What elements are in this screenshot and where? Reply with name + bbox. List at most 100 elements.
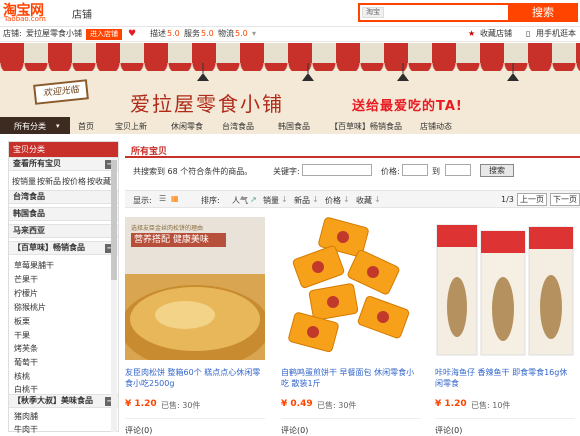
price-max-input[interactable]: [445, 164, 471, 176]
top-bar: 淘宝网 Taobao.com 店铺 淘宝 搜索: [0, 0, 580, 25]
cracker-packs-image: [288, 217, 410, 353]
sidebar-sort-price[interactable]: 按价格: [62, 176, 86, 187]
nav-taiwan-food[interactable]: 台湾食品: [222, 121, 254, 132]
sidebar-section-label: 马来西亚: [13, 226, 45, 235]
sidebar-item[interactable]: 葡萄干: [14, 357, 38, 368]
heart-icon[interactable]: ♥: [128, 27, 136, 41]
banner-title: 爱拉屋零食小铺: [130, 92, 284, 116]
chevron-down-icon[interactable]: ▾: [252, 27, 256, 41]
scrollbar-thumb[interactable]: [111, 160, 117, 280]
sidebar-item[interactable]: 草莓果脯干: [14, 260, 54, 271]
desc-score: 5.0: [167, 29, 180, 38]
sidebar-item[interactable]: 干果: [14, 330, 30, 341]
sidebar-sort-favorites[interactable]: 按收藏: [87, 176, 111, 187]
filter-search-button[interactable]: 搜索: [480, 164, 514, 177]
product-sold: 已售: 10件: [471, 401, 511, 410]
taobao-logo[interactable]: 淘宝网 Taobao.com: [3, 0, 58, 24]
pastry-image: [125, 285, 265, 360]
search-scope-selector[interactable]: 淘宝: [362, 7, 384, 18]
sidebar-item[interactable]: 柠檬片: [14, 288, 38, 299]
nav-korea-food[interactable]: 韩国食品: [278, 121, 310, 132]
arrow-down-icon: ↓: [281, 195, 288, 204]
filter-bar: 共搜索到 68 个符合条件的商品。 关键字: 价格: 到 搜索: [125, 162, 580, 178]
sidebar-section-malaysia[interactable]: 马来西亚: [9, 224, 118, 238]
sidebar-view-all-label: 查看所有宝贝: [13, 159, 61, 168]
sort-price[interactable]: 价格: [325, 195, 341, 206]
sidebar-item[interactable]: 烤芙条: [14, 343, 38, 354]
sort-sales[interactable]: 销量: [263, 195, 279, 206]
display-label: 显示:: [133, 196, 152, 205]
sidebar-title: 宝贝分类: [9, 142, 118, 157]
sidebar-section-qiuji[interactable]: 【秋季大叔】美味食品 −: [9, 394, 118, 408]
sidebar-item[interactable]: 板栗: [14, 316, 30, 327]
lamp-icon: [197, 63, 209, 81]
product-card[interactable]: 自鹤鸣蛋煎饼干 早餐面包 休闲零食小吃 散装1斤 ¥ 0.49 已售: 30件 …: [281, 217, 421, 435]
product-price: ¥ 1.20: [125, 399, 157, 409]
sidebar-item[interactable]: 牛肉干: [14, 424, 38, 435]
favorite-shop-link[interactable]: 收藏店铺: [480, 27, 512, 41]
sort-favorites[interactable]: 收藏: [356, 195, 372, 206]
image-caption: 营养搭配 健康美味: [131, 233, 226, 247]
product-image[interactable]: [435, 217, 575, 360]
sidebar-item[interactable]: 猪肉脯: [14, 411, 38, 422]
enter-shop-button[interactable]: 进入店铺: [86, 29, 122, 40]
nav-new-arrivals[interactable]: 宝贝上新: [115, 121, 147, 132]
nav-snacks[interactable]: 休闲零食: [171, 121, 203, 132]
service-score: 5.0: [201, 29, 214, 38]
shop-name-link[interactable]: 爱拉屋零食小铺: [26, 27, 82, 41]
sidebar-item[interactable]: 猕猴桃片: [14, 302, 46, 313]
product-title[interactable]: 自鹤鸣蛋煎饼干 早餐面包 休闲零食小吃 散装1斤: [281, 367, 421, 389]
product-card[interactable]: 咔咔海鱼仔 香辣鱼干 即食零食16g休闲零食 ¥ 1.20 已售: 10件 评论…: [435, 217, 575, 435]
sidebar-sort-sales[interactable]: 按销量: [12, 176, 36, 187]
shop-info-bar: 店铺: 爱拉屋零食小铺 进入店铺 ♥ 描述 5.0 服务 5.0 物流 5.0 …: [0, 26, 580, 52]
service-label: 服务: [184, 29, 200, 38]
shop-prefix: 店铺:: [3, 29, 22, 38]
keyword-input[interactable]: [302, 164, 372, 176]
product-card[interactable]: 选择友臣金丝肉松饼的理由 营养搭配 健康美味 友臣肉松饼 整箱60个 糕点点心休…: [125, 217, 265, 435]
prev-page-button[interactable]: 上一页: [517, 193, 547, 206]
product-image[interactable]: [281, 217, 421, 360]
nav-shop-news[interactable]: 店铺动态: [420, 121, 452, 132]
shop-nav: 所有分类 ▾ 首页 宝贝上新 休闲零食 台湾食品 韩国食品 【百草味】畅销食品 …: [0, 117, 580, 134]
sort-new[interactable]: 新品: [294, 195, 310, 206]
sidebar-section-label: 台湾食品: [13, 192, 45, 201]
logo-subtext: Taobao.com: [4, 15, 46, 23]
shop-label: 店铺: [72, 10, 92, 21]
product-sold: 已售: 30件: [317, 401, 357, 410]
sidebar-section-label: 韩国食品: [13, 209, 45, 218]
lamp-icon: [507, 63, 519, 81]
sidebar-sort-new[interactable]: 按新品: [37, 176, 61, 187]
product-reviews[interactable]: 评论(0): [125, 425, 152, 436]
sidebar-view-all[interactable]: 查看所有宝贝 −: [9, 157, 118, 171]
chevron-down-icon: ▾: [56, 122, 60, 130]
search-input[interactable]: [398, 6, 518, 19]
logistics-score: 5.0: [235, 29, 248, 38]
sidebar-section-korea[interactable]: 韩国食品: [9, 207, 118, 221]
list-view-icon[interactable]: ☰: [159, 194, 166, 203]
product-title[interactable]: 友臣肉松饼 整箱60个 糕点点心休闲零食小吃2500g: [125, 367, 265, 389]
awning-decoration: [0, 43, 580, 63]
price-min-input[interactable]: [402, 164, 428, 176]
product-image[interactable]: 选择友臣金丝肉松饼的理由 营养搭配 健康美味: [125, 217, 265, 360]
nav-home[interactable]: 首页: [78, 121, 94, 132]
grid-view-icon[interactable]: ▦: [171, 194, 179, 203]
keyword-label: 关键字:: [273, 167, 300, 176]
arrow-down-icon: ↓: [343, 195, 350, 204]
product-reviews[interactable]: 评论(0): [435, 425, 462, 436]
sidebar-section-baicaowei[interactable]: 【百草味】畅销食品 −: [9, 241, 118, 255]
nav-baicaowei[interactable]: 【百草味】畅销食品: [330, 121, 402, 132]
sidebar-section-taiwan[interactable]: 台湾食品: [9, 190, 118, 204]
sidebar-item[interactable]: 核桃: [14, 371, 30, 382]
product-title[interactable]: 咔咔海鱼仔 香辣鱼干 即食零食16g休闲零食: [435, 367, 575, 389]
desc-label: 描述: [150, 29, 166, 38]
sidebar-scrollbar[interactable]: [111, 158, 117, 432]
arrow-down-icon: ↓: [312, 195, 319, 204]
sidebar-item[interactable]: 芒果干: [14, 274, 38, 285]
sort-popularity[interactable]: 人气: [232, 195, 248, 206]
product-reviews[interactable]: 评论(0): [281, 425, 308, 436]
lamp-icon: [397, 63, 409, 81]
image-caption: 选择友臣金丝肉松饼的理由: [131, 225, 204, 232]
search-button[interactable]: 搜索: [508, 3, 578, 22]
next-page-button[interactable]: 下一页: [550, 193, 580, 206]
welcome-sign: 欢迎光临: [33, 79, 89, 105]
